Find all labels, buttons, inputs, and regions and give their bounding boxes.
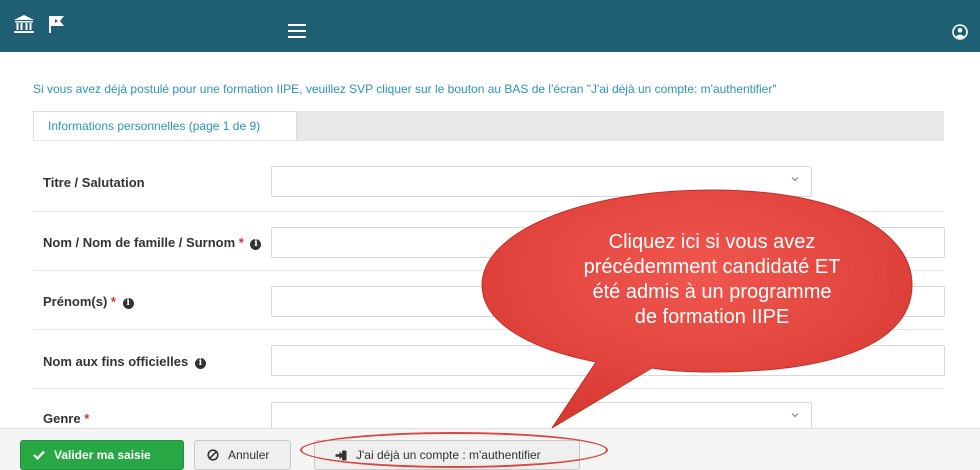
info-circle-icon[interactable]: i [194,358,206,369]
official-name-label: Nom aux fins officielles i [43,354,206,369]
required-marker: * [110,294,116,309]
required-marker: * [238,235,244,250]
prior-applicant-notice: Si vous avez déjà postulé pour une forma… [33,82,777,96]
official-name-input[interactable] [271,345,945,376]
user-circle-icon[interactable] [952,24,968,40]
flag-door-icon[interactable] [45,13,67,35]
info-circle-icon[interactable]: i [122,298,134,309]
required-marker: * [84,411,90,426]
form-tab-strip: Informations personnelles (page 1 de 9) [33,111,944,141]
chevron-down-icon [791,177,799,182]
submit-button-label: Valider ma saisie [54,448,151,462]
title-select[interactable] [271,166,812,197]
cancel-button-label: Annuler [228,448,270,462]
submit-button[interactable]: Valider ma saisie [20,440,184,470]
sign-in-icon [335,450,347,460]
callout-line: Cliquez ici si vous avez [608,231,816,253]
info-circle-icon[interactable]: i [250,239,262,250]
cancel-button[interactable]: Annuler [194,440,291,470]
title-label: Titre / Salutation [43,175,145,190]
login-existing-account-button[interactable]: J'ai déjà un compte : m'authentifier [314,440,580,470]
callout-text: Cliquez ici si vous avez précédemment ca… [512,230,912,330]
login-button-label: J'ai déjà un compte : m'authentifier [356,448,541,462]
ban-icon [207,449,219,461]
chevron-down-icon [791,413,799,418]
last-name-label: Nom / Nom de famille / Surnom * i [43,235,262,250]
university-building-icon[interactable] [13,13,35,35]
hamburger-icon[interactable] [288,24,306,38]
first-name-label: Prénom(s) * i [43,294,134,309]
callout-line: de formation IIPE [634,306,790,328]
tab-personal-information[interactable]: Informations personnelles (page 1 de 9) [33,111,297,140]
gender-label: Genre * [43,411,90,426]
top-bar [0,0,980,52]
callout-line: précédemment candidaté ET [583,256,841,278]
check-icon [33,450,45,460]
callout-line: été admis à un programme [592,281,832,303]
